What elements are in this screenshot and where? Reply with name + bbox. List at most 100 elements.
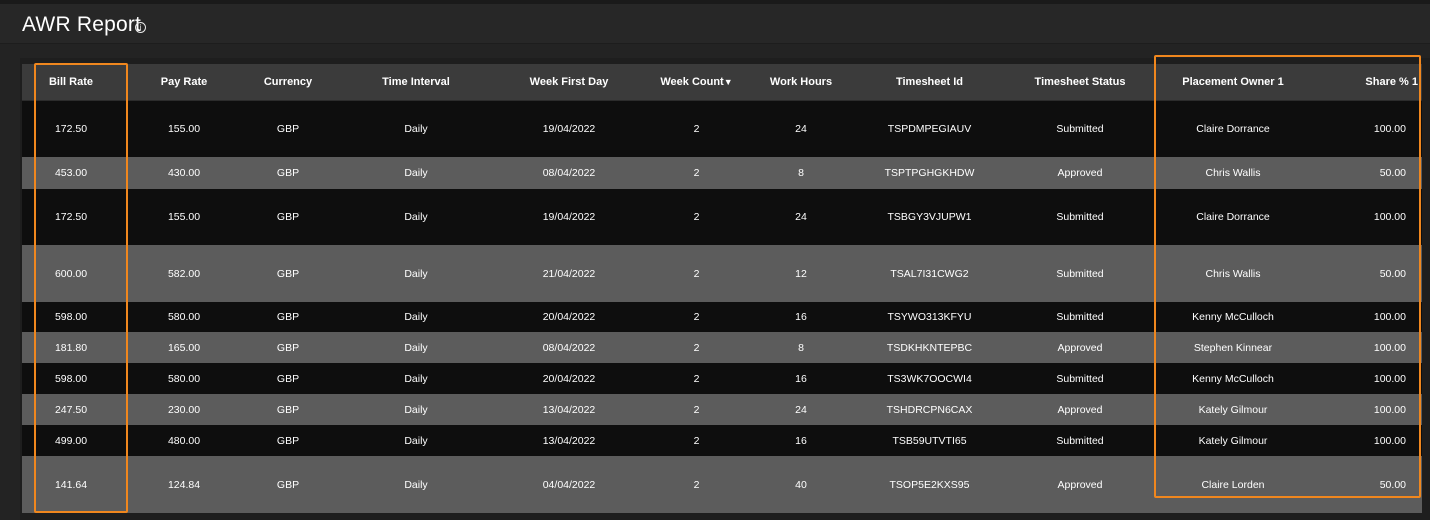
column-header-bill-rate[interactable]: Bill Rate	[22, 64, 120, 101]
column-header-label: Week Count	[660, 75, 724, 88]
pay-rate-cell: 582.00	[120, 245, 248, 302]
table-row[interactable]: 181.80 165.00 GBP Daily 08/04/2022 2 8 TSDKHKNT…	[22, 332, 1422, 363]
week-count-cell: 2	[634, 394, 759, 425]
bill-rate-cell: 598.00	[22, 363, 120, 394]
column-header-label: Week First Day	[529, 75, 609, 88]
currency-cell: GBP	[248, 332, 328, 363]
bill-rate-cell: 141.64	[22, 456, 120, 513]
bill-rate-cell: 172.50	[22, 100, 120, 157]
column-header-placement-owner-1[interactable]: Placement Owner 1	[1144, 64, 1322, 101]
week-count-cell: 2	[634, 332, 759, 363]
placement-owner-cell: Stephen Kinnear	[1144, 332, 1322, 363]
work-hours-cell: 40	[759, 456, 843, 513]
table-row[interactable]: 172.50 155.00 GBP Daily 19/04/2022 2 24 TSPDMPE…	[22, 100, 1422, 157]
table-row[interactable]: 172.50 155.00 GBP Daily 19/04/2022 2 24 TSBGY3V…	[22, 189, 1422, 245]
pay-rate-cell: 480.00	[120, 425, 248, 456]
share-percent-cell: 50.00	[1322, 157, 1422, 189]
table-row[interactable]: 598.00 580.00 GBP Daily 20/04/2022 2 16 TSYWO31…	[22, 302, 1422, 332]
timesheet-id-cell: TSAL7I31CWG2	[843, 245, 1016, 302]
column-header-label: Time Interval	[382, 75, 450, 88]
work-hours-cell: 24	[759, 189, 843, 245]
work-hours-cell: 12	[759, 245, 843, 302]
share-percent-cell: 100.00	[1322, 332, 1422, 363]
column-header-label: Bill Rate	[48, 75, 93, 88]
timesheet-id-cell: TSPTPGHGKHDW	[843, 157, 1016, 189]
work-hours-cell: 24	[759, 394, 843, 425]
week-count-cell: 2	[634, 245, 759, 302]
column-header-label: Share % 1	[1365, 75, 1418, 88]
pay-rate-cell: 165.00	[120, 332, 248, 363]
pay-rate-cell: 230.00	[120, 394, 248, 425]
bill-rate-cell: 499.00	[22, 425, 120, 456]
pay-rate-cell: 580.00	[120, 363, 248, 394]
placement-owner-cell: Chris Wallis	[1144, 157, 1322, 189]
currency-cell: GBP	[248, 363, 328, 394]
time-interval-cell: Daily	[328, 100, 504, 157]
timesheet-status-cell: Submitted	[1016, 302, 1144, 332]
pay-rate-cell: 430.00	[120, 157, 248, 189]
bill-rate-cell: 172.50	[22, 189, 120, 245]
timesheet-id-cell: TSOP5E2KXS95	[843, 456, 1016, 513]
column-header-label: Timesheet Id	[895, 75, 964, 88]
work-hours-cell: 16	[759, 425, 843, 456]
time-interval-cell: Daily	[328, 245, 504, 302]
column-header-currency[interactable]: Currency	[248, 64, 328, 101]
pay-rate-cell: 155.00	[120, 189, 248, 245]
share-percent-cell: 100.00	[1322, 394, 1422, 425]
table-row[interactable]: 598.00 580.00 GBP Daily 20/04/2022 2 16 TS3WK7O…	[22, 363, 1422, 394]
placement-owner-cell: Kenny McCulloch	[1144, 302, 1322, 332]
bill-rate-cell: 181.80	[22, 332, 120, 363]
timesheet-status-cell: Submitted	[1016, 100, 1144, 157]
column-header-week-first-day[interactable]: Week First Day	[504, 64, 634, 101]
currency-cell: GBP	[248, 394, 328, 425]
timesheet-id-cell: TSBGY3VJUPW1	[843, 189, 1016, 245]
column-header-timesheet-status[interactable]: Timesheet Status	[1016, 64, 1144, 101]
time-interval-cell: Daily	[328, 302, 504, 332]
share-percent-cell: 100.00	[1322, 302, 1422, 332]
timesheet-status-cell: Approved	[1016, 456, 1144, 513]
week-first-day-cell: 20/04/2022	[504, 302, 634, 332]
timesheet-id-cell: TSHDRCPN6CAX	[843, 394, 1016, 425]
table-body: 172.50 155.00 GBP Daily 19/04/2022 2 24 TSPDMPE…	[22, 100, 1422, 513]
week-count-cell: 2	[634, 456, 759, 513]
timesheet-status-cell: Submitted	[1016, 425, 1144, 456]
table-row[interactable]: 141.64 124.84 GBP Daily 04/04/2022 2 40 TSOP5E2…	[22, 456, 1422, 513]
share-percent-cell: 100.00	[1322, 100, 1422, 157]
currency-cell: GBP	[248, 189, 328, 245]
timesheet-status-cell: Approved	[1016, 394, 1144, 425]
table-header-row: Bill Rate Pay Rate Currency Time Interva…	[22, 64, 1422, 101]
table-row[interactable]: 453.00 430.00 GBP Daily 08/04/2022 2 8 TSPTPGHG…	[22, 157, 1422, 189]
pay-rate-cell: 124.84	[120, 456, 248, 513]
column-header-label: Currency	[263, 75, 313, 88]
time-interval-cell: Daily	[328, 425, 504, 456]
currency-cell: GBP	[248, 456, 328, 513]
column-header-label: Work Hours	[769, 75, 833, 88]
column-header-work-hours[interactable]: Work Hours	[759, 64, 843, 101]
timesheet-status-cell: Approved	[1016, 157, 1144, 189]
column-header-pay-rate[interactable]: Pay Rate	[120, 64, 248, 101]
column-header-week-count[interactable]: Week Count▼	[634, 64, 759, 101]
placement-owner-cell: Kenny McCulloch	[1144, 363, 1322, 394]
placement-owner-cell: Kately Gilmour	[1144, 425, 1322, 456]
column-header-time-interval[interactable]: Time Interval	[328, 64, 504, 101]
share-percent-cell: 50.00	[1322, 245, 1422, 302]
table-row[interactable]: 600.00 582.00 GBP Daily 21/04/2022 2 12 TSAL7I3…	[22, 245, 1422, 302]
column-header-label: Pay Rate	[160, 75, 208, 88]
share-percent-cell: 100.00	[1322, 425, 1422, 456]
work-hours-cell: 8	[759, 332, 843, 363]
sort-descending-icon: ▼	[723, 76, 733, 87]
column-header-label: Placement Owner 1	[1182, 75, 1284, 88]
report-title-bar: AWR Report i	[0, 4, 1430, 44]
column-header-share-percent-1[interactable]: Share % 1	[1322, 64, 1422, 101]
column-header-label: Timesheet Status	[1034, 75, 1126, 88]
placement-owner-cell: Claire Dorrance	[1144, 189, 1322, 245]
week-count-cell: 2	[634, 100, 759, 157]
week-first-day-cell: 13/04/2022	[504, 394, 634, 425]
time-interval-cell: Daily	[328, 363, 504, 394]
column-header-timesheet-id[interactable]: Timesheet Id	[843, 64, 1016, 101]
week-count-cell: 2	[634, 302, 759, 332]
table-row[interactable]: 247.50 230.00 GBP Daily 13/04/2022 2 24 TSHDRCP…	[22, 394, 1422, 425]
currency-cell: GBP	[248, 245, 328, 302]
info-icon[interactable]: i	[135, 22, 146, 33]
table-row[interactable]: 499.00 480.00 GBP Daily 13/04/2022 2 16 TSB59UT…	[22, 425, 1422, 456]
